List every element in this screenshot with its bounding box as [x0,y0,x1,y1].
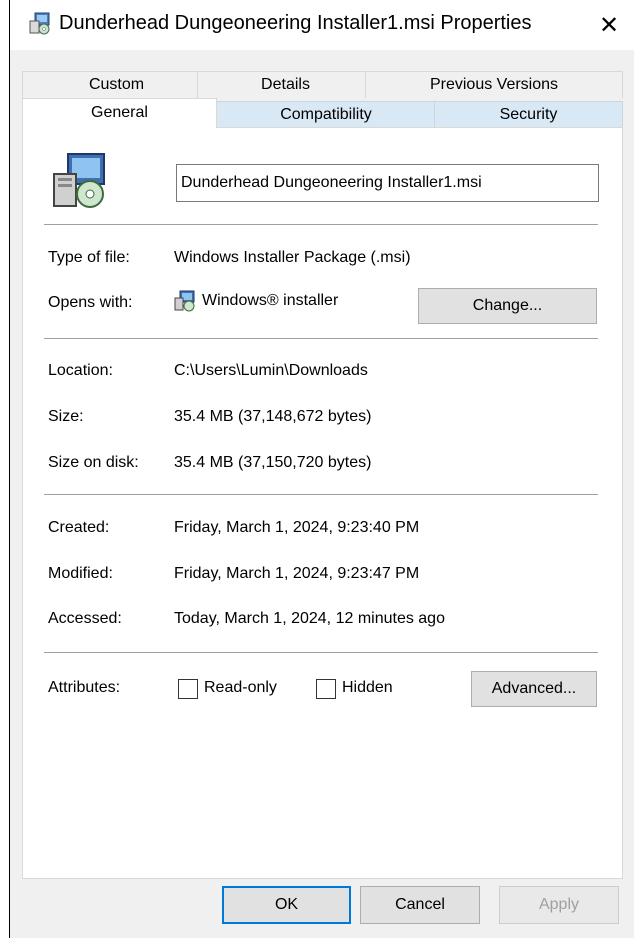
tab-details[interactable]: Details [197,71,374,98]
tab-security[interactable]: Security [434,101,623,128]
size-on-disk-value: 35.4 MB (37,150,720 bytes) [174,454,372,471]
separator [44,224,598,225]
read-only-checkbox[interactable] [178,679,198,699]
size-value: 35.4 MB (37,148,672 bytes) [174,408,372,425]
cancel-button[interactable]: Cancel [360,886,480,924]
accessed-value: Today, March 1, 2024, 12 minutes ago [174,610,445,627]
tab-previous-versions[interactable]: Previous Versions [365,71,623,98]
close-button[interactable]: ✕ [583,0,634,50]
separator [44,338,598,339]
advanced-button[interactable]: Advanced... [471,671,597,707]
window-title: Dunderhead Dungeoneering Installer1.msi … [59,12,532,34]
created-label: Created: [48,519,110,536]
location-label: Location: [48,362,113,379]
hidden-label: Hidden [342,679,393,696]
change-button[interactable]: Change... [418,288,597,324]
tab-compatibility[interactable]: Compatibility [213,101,439,128]
type-of-file-value: Windows Installer Package (.msi) [174,249,411,266]
modified-value: Friday, March 1, 2024, 9:23:47 PM [174,565,420,582]
created-value: Friday, March 1, 2024, 9:23:40 PM [174,519,420,536]
general-panel [22,127,623,879]
location-value: C:\Users\Lumin\Downloads [174,362,368,379]
apply-button[interactable]: Apply [499,886,619,924]
modified-label: Modified: [48,565,113,582]
properties-dialog: Dunderhead Dungeoneering Installer1.msi … [9,0,634,938]
ok-button[interactable]: OK [222,886,351,924]
size-on-disk-label: Size on disk: [48,454,139,471]
tab-general[interactable]: General [22,98,217,128]
windows-installer-icon [174,290,195,312]
file-name-field[interactable] [176,164,599,202]
attributes-label: Attributes: [48,679,121,696]
type-of-file-label: Type of file: [48,249,130,266]
read-only-label: Read-only [204,679,277,696]
hidden-checkbox[interactable] [316,679,336,699]
close-icon[interactable]: ✕ [599,11,619,40]
msi-package-icon [53,153,105,208]
accessed-label: Accessed: [48,610,122,627]
title-bar: Dunderhead Dungeoneering Installer1.msi … [10,0,634,50]
separator [44,652,598,653]
separator [44,494,598,495]
size-label: Size: [48,408,84,425]
tab-custom[interactable]: Custom [22,71,211,98]
msi-package-icon [29,12,50,35]
opens-with-value: Windows® installer [202,292,339,309]
opens-with-label: Opens with: [48,294,133,311]
